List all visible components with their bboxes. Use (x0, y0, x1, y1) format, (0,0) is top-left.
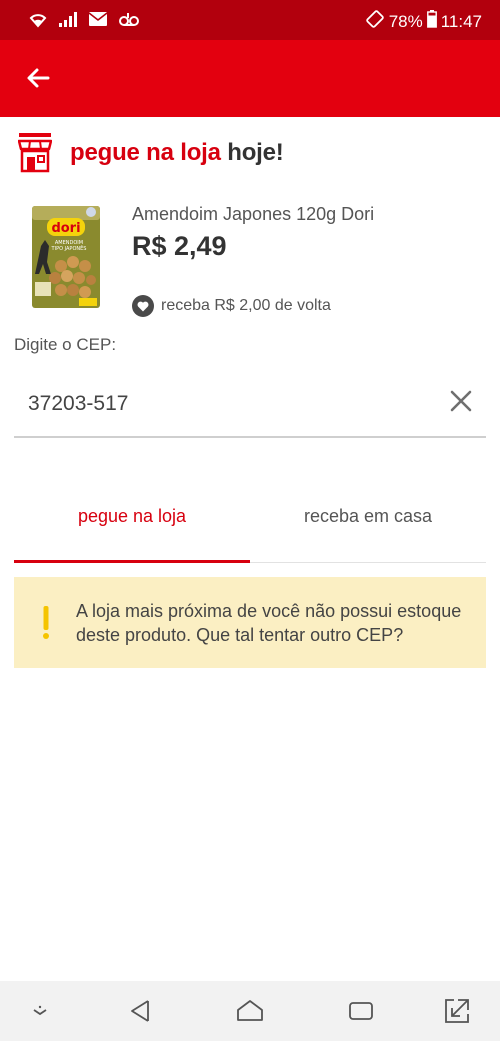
arrow-left-icon (27, 68, 50, 88)
warning-message: A loja mais próxima de você não possui e… (76, 599, 486, 647)
product-image: dori AMENDOIM TIPO JAPONÊS (32, 206, 100, 308)
battery-icon (426, 10, 437, 33)
nav-recents-button[interactable] (345, 995, 377, 1027)
svg-text:dori: dori (51, 221, 80, 236)
active-tab-indicator (14, 560, 250, 563)
cep-input[interactable]: 37203-517 (14, 372, 486, 438)
close-icon (450, 390, 472, 412)
rotate-icon (365, 9, 385, 34)
tab-home-delivery[interactable]: receba em casa (250, 470, 486, 562)
clear-cep-button[interactable] (446, 386, 476, 416)
product-name: Amendoim Japones 120g Dori (132, 204, 375, 224)
system-nav-bar (0, 981, 500, 1041)
cashback-info: receba R$ 2,00 de volta (132, 295, 331, 317)
svg-text:TIPO JAPONÊS: TIPO JAPONÊS (51, 244, 87, 252)
cep-label: Digite o CEP: (14, 335, 117, 354)
heart-icon (132, 295, 154, 317)
warning-line-2: deste produto. Que tal tentar outro CEP? (76, 625, 404, 645)
nav-back-button[interactable] (124, 995, 156, 1027)
nav-expand-button[interactable] (441, 995, 473, 1027)
status-bar-left-icons (28, 9, 140, 34)
store-title: pegue na loja hoje! (70, 139, 284, 167)
store-icon (18, 133, 52, 173)
status-bar-right: 78% 11:47 (365, 9, 482, 34)
stock-warning: A loja mais próxima de você não possui e… (14, 577, 486, 668)
battery-percent: 78% (388, 11, 423, 31)
voicemail-icon (118, 11, 140, 32)
store-pickup-header: pegue na loja hoje! (18, 131, 284, 175)
warning-line-1: A loja mais próxima de você não possui e… (76, 601, 462, 621)
home-icon (237, 1000, 263, 1021)
nav-home-button[interactable] (234, 995, 266, 1027)
nav-dropdown-button[interactable] (24, 995, 56, 1027)
tab-pickup-store[interactable]: pegue na loja (14, 470, 250, 562)
delivery-tabs: pegue na loja receba em casa (14, 470, 486, 563)
status-bar: 78% 11:47 (0, 0, 500, 40)
recents-icon (349, 1002, 373, 1020)
exclamation-icon (43, 606, 49, 639)
store-title-rest: hoje! (220, 139, 284, 166)
back-button[interactable] (20, 60, 56, 96)
signal-icon (58, 10, 78, 33)
cashback-text: receba R$ 2,00 de volta (161, 297, 331, 314)
clock: 11:47 (440, 11, 482, 31)
app-bar (0, 40, 500, 117)
store-title-highlight: pegue na loja (70, 139, 221, 166)
product-price: R$ 2,49 (132, 231, 227, 261)
expand-icon (445, 999, 469, 1023)
chevron-down-icon (33, 1005, 47, 1016)
mail-icon (88, 11, 108, 32)
wifi-icon (28, 9, 48, 34)
back-triangle-icon (131, 1000, 149, 1022)
cep-value[interactable]: 37203-517 (28, 392, 128, 416)
